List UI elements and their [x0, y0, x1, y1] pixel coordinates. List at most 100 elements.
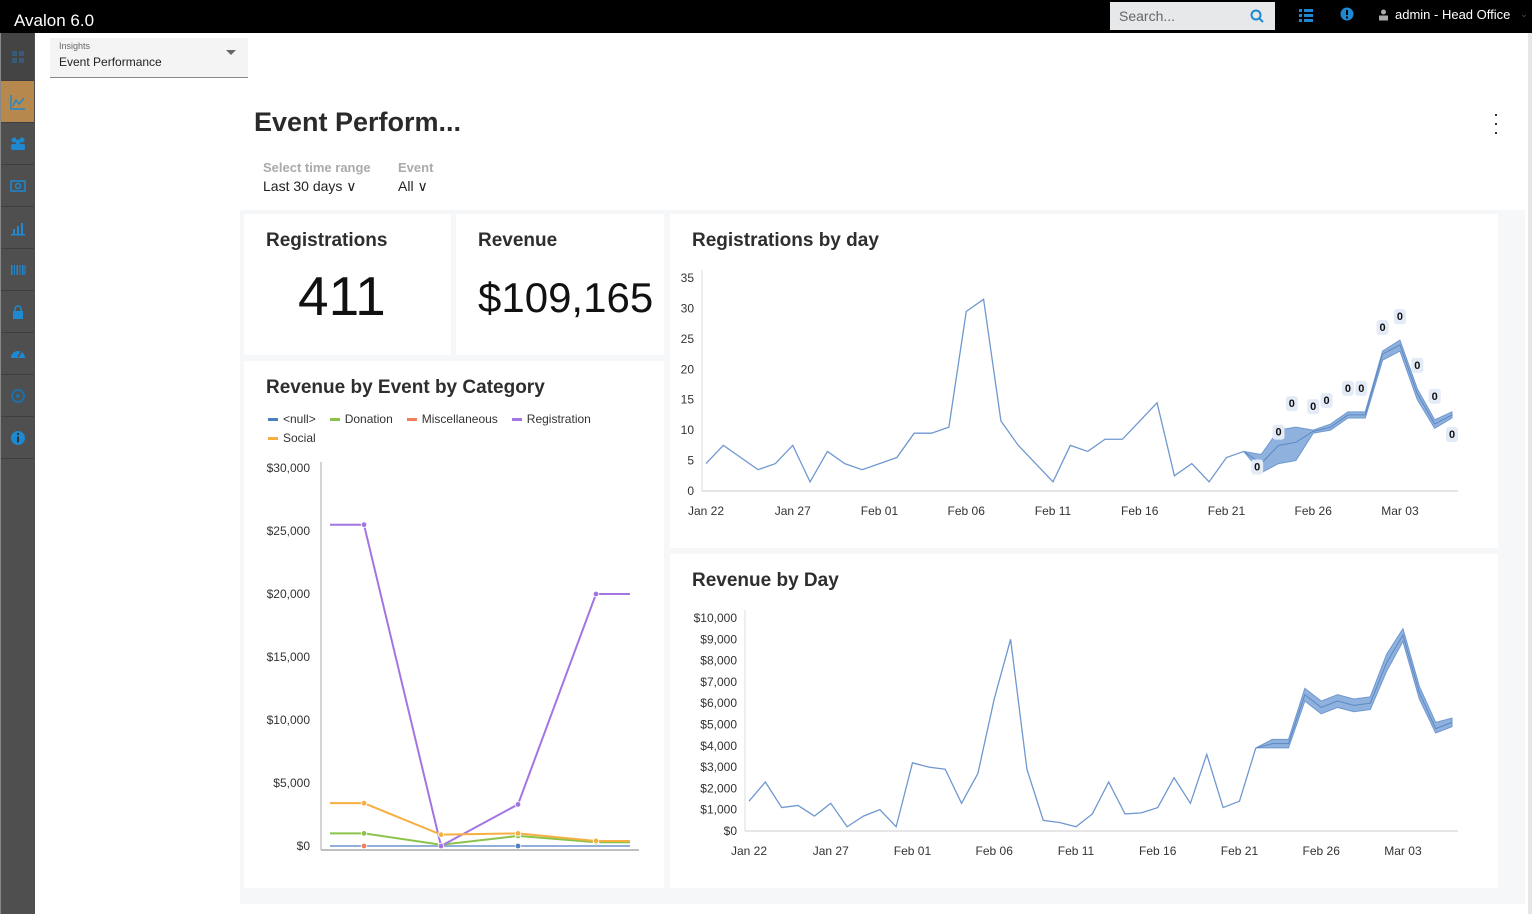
- data-point: [360, 830, 368, 837]
- chevron-down-icon: ⌄: [1520, 9, 1528, 19]
- data-point: [437, 842, 445, 850]
- gauge-icon: [10, 350, 25, 358]
- search-icon[interactable]: [1249, 8, 1265, 24]
- data-point: [360, 842, 368, 850]
- y-tick-label: $9,000: [700, 632, 737, 646]
- y-tick-label: 30: [681, 301, 695, 315]
- legend-label: Donation: [344, 412, 393, 426]
- registrations-kpi-value: 411: [298, 265, 386, 327]
- event-filter[interactable]: Event All ∨: [398, 160, 433, 195]
- legend-label: <null>: [283, 412, 316, 426]
- data-label: 0: [1380, 322, 1386, 334]
- search-input[interactable]: [1110, 2, 1240, 30]
- event-label: Event: [398, 160, 434, 175]
- actual-series-line: [748, 639, 1257, 829]
- sidebar-item-inventory[interactable]: [1, 249, 34, 291]
- data-point: [514, 842, 522, 850]
- legend-item[interactable]: Donation: [329, 411, 393, 427]
- series-line: [330, 523, 630, 848]
- y-tick-label: $3,000: [700, 760, 737, 774]
- alert-icon[interactable]: [1340, 7, 1354, 21]
- y-tick-label: 25: [681, 332, 695, 346]
- list-icon[interactable]: [1298, 7, 1314, 23]
- y-tick-label: $0: [724, 824, 738, 838]
- data-label: 0: [1432, 391, 1438, 403]
- time-range-filter[interactable]: Select time range Last 30 days ∨: [263, 160, 371, 195]
- sidebar-item-payments[interactable]: [1, 165, 34, 207]
- barcode-icon: [10, 264, 25, 275]
- x-tick-label: Jan 22: [731, 844, 767, 858]
- x-tick-label: Feb 11: [1035, 504, 1072, 518]
- time-range-value: Last 30 days: [263, 178, 343, 194]
- data-point: [514, 830, 522, 837]
- revenue-by-day-chart: $0 $1,000 $2,000 $3,000 $4,000 $5,000 $6,000 $7…: [694, 610, 1458, 858]
- chevron-down-icon: ∨: [417, 178, 428, 194]
- legend-label: Registration: [526, 412, 591, 426]
- legend-item[interactable]: Miscellaneous: [406, 411, 498, 427]
- x-tick-label: Mar 03: [1384, 844, 1422, 858]
- x-tick-label: Feb 21: [1221, 844, 1259, 858]
- y-tick-label: $2,000: [700, 781, 737, 795]
- y-tick-label: 35: [681, 271, 695, 285]
- sidebar-item-info[interactable]: [1, 417, 34, 459]
- sidebar-item-insights[interactable]: [1, 81, 34, 123]
- insights-select[interactable]: Insights Event Performance: [50, 38, 248, 78]
- data-point: [437, 831, 445, 838]
- x-tick-label: Feb 26: [1303, 844, 1341, 858]
- x-tick-label: Feb 06: [948, 504, 986, 518]
- y-tick-label: $15,000: [267, 650, 311, 664]
- data-point: [514, 801, 522, 808]
- x-tick-label: Feb 21: [1208, 504, 1246, 518]
- revenue-kpi-value: $109,165: [478, 274, 654, 321]
- revenue-by-category-chart: $0 $5,000 $10,000 $15,000 $20,000 $25,000 $30,…: [267, 461, 639, 853]
- sidebar-item-security[interactable]: [1, 291, 34, 333]
- data-label: 0: [1397, 311, 1403, 323]
- sidebar-item-settings[interactable]: [1, 375, 34, 417]
- people-icon: [10, 137, 25, 150]
- y-tick-label: 10: [681, 423, 695, 437]
- sidebar-item-reports[interactable]: [1, 207, 34, 249]
- user-menu[interactable]: admin - Head Office ⌄: [1378, 7, 1528, 22]
- y-tick-label: $4,000: [700, 739, 737, 753]
- sidebar-item-dashboard[interactable]: [1, 333, 34, 375]
- revenue-by-day-card: Revenue by Day $0 $1,000 $2,000 $3,000 $4,00…: [670, 554, 1498, 888]
- legend-item[interactable]: Registration: [511, 411, 591, 427]
- y-tick-label: 15: [681, 393, 695, 407]
- data-label: 0: [1414, 360, 1420, 372]
- actual-series-line: [705, 298, 1245, 484]
- more-options-icon[interactable]: [1490, 114, 1502, 134]
- forecast-series-line: [1255, 633, 1453, 749]
- data-label: 0: [1449, 429, 1455, 441]
- sidebar-item-people[interactable]: [1, 123, 34, 165]
- scrollbar-track[interactable]: [1528, 33, 1532, 914]
- data-label: 0: [1289, 398, 1295, 410]
- x-tick-label: Feb 16: [1121, 504, 1159, 518]
- registrations-by-day-title: Registrations by day: [692, 230, 879, 251]
- revenue-kpi-title: Revenue: [478, 230, 558, 251]
- revenue-by-category-card: Revenue by Event by Category <null> Donat…: [244, 361, 664, 888]
- data-label: 0: [1310, 401, 1316, 413]
- y-tick-label: $20,000: [267, 587, 311, 601]
- revenue-kpi-card: Revenue $109,165: [456, 214, 664, 355]
- data-point: [360, 799, 368, 807]
- search-box[interactable]: [1110, 2, 1275, 30]
- sidebar: [0, 33, 35, 914]
- x-tick-label: Feb 11: [1058, 844, 1095, 858]
- top-bar: Avalon 6.0 admin - Head Office ⌄: [0, 0, 1532, 33]
- sidebar-item-home[interactable]: [1, 33, 34, 81]
- x-tick-label: Jan 27: [775, 504, 811, 518]
- data-point: [592, 837, 600, 845]
- event-value: All: [398, 178, 414, 194]
- legend-item[interactable]: Social: [268, 430, 316, 446]
- info-icon: [10, 430, 25, 445]
- y-tick-label: $1,000: [700, 803, 737, 817]
- x-tick-label: Feb 06: [976, 844, 1014, 858]
- line-chart-icon: [9, 94, 25, 110]
- y-tick-label: $10,000: [694, 611, 738, 625]
- data-label: 0: [1345, 383, 1351, 395]
- y-tick-label: $0: [297, 839, 311, 853]
- insights-select-label: Insights: [59, 41, 91, 51]
- legend-label: Miscellaneous: [421, 412, 498, 426]
- legend-item[interactable]: <null>: [268, 411, 316, 427]
- y-tick-label: 20: [681, 362, 695, 376]
